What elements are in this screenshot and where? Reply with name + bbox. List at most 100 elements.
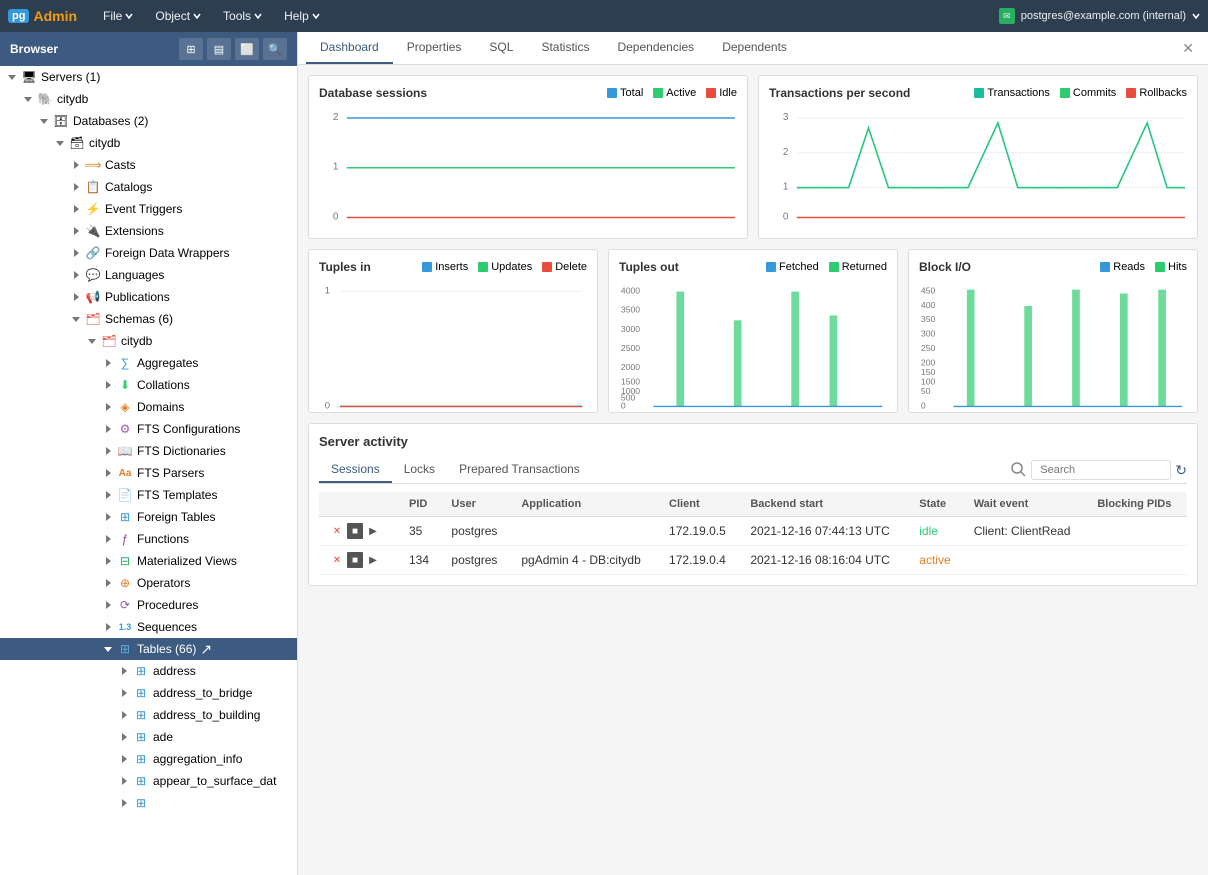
- terminate-button[interactable]: ✕: [329, 523, 345, 539]
- sidebar-item-foreign-tables[interactable]: ⊞ Foreign Tables: [0, 506, 297, 528]
- expand-address-to-building[interactable]: [116, 711, 132, 719]
- sidebar-item-fts-dicts[interactable]: 📖 FTS Dictionaries: [0, 440, 297, 462]
- expand-citydb-server[interactable]: [20, 97, 36, 102]
- tab-statistics[interactable]: Statistics: [527, 32, 603, 64]
- sidebar-item-catalogs[interactable]: 📋 Catalogs: [0, 176, 297, 198]
- col-state: State: [909, 492, 963, 517]
- tab-locks[interactable]: Locks: [392, 457, 447, 483]
- sidebar-tool-grid[interactable]: ⊞: [179, 38, 203, 60]
- expand-fts-configs[interactable]: [100, 425, 116, 433]
- expand-sequences[interactable]: [100, 623, 116, 631]
- expand-address[interactable]: [116, 667, 132, 675]
- expand-aggregates[interactable]: [100, 359, 116, 367]
- expand-address-to-bridge[interactable]: [116, 689, 132, 697]
- expand-functions[interactable]: [100, 535, 116, 543]
- sidebar-item-fts-configs[interactable]: ⚙ FTS Configurations: [0, 418, 297, 440]
- sidebar-item-publications[interactable]: 📢 Publications: [0, 286, 297, 308]
- tab-dependents[interactable]: Dependents: [708, 32, 801, 64]
- expand-foreign-tables[interactable]: [100, 513, 116, 521]
- menu-file[interactable]: File: [93, 5, 143, 27]
- sidebar-item-aggregation-info[interactable]: ⊞ aggregation_info: [0, 748, 297, 770]
- expand-event-triggers[interactable]: [68, 205, 84, 213]
- expand-more[interactable]: [116, 799, 132, 807]
- activity-search-input[interactable]: [1031, 460, 1171, 480]
- user-info[interactable]: ✉ postgres@example.com (internal): [999, 8, 1200, 24]
- sidebar-item-functions[interactable]: ƒ Functions: [0, 528, 297, 550]
- expand-servers[interactable]: [4, 75, 20, 80]
- sidebar-item-address[interactable]: ⊞ address: [0, 660, 297, 682]
- expand-row-button[interactable]: ▶: [365, 523, 381, 539]
- tab-prepared-transactions[interactable]: Prepared Transactions: [447, 457, 592, 483]
- refresh-button[interactable]: ↻: [1175, 462, 1187, 479]
- sidebar-item-more-table[interactable]: ⊞: [0, 792, 297, 814]
- sidebar-tool-sql[interactable]: ⬜: [235, 38, 259, 60]
- expand-casts[interactable]: [68, 161, 84, 169]
- sidebar-item-citydb-schema[interactable]: 🗂 citydb: [0, 330, 297, 352]
- sidebar-item-citydb-db[interactable]: 🗃 citydb: [0, 132, 297, 154]
- sidebar-item-address-to-building[interactable]: ⊞ address_to_building: [0, 704, 297, 726]
- sidebar-item-address-to-bridge[interactable]: ⊞ address_to_bridge: [0, 682, 297, 704]
- expand-databases[interactable]: [36, 119, 52, 124]
- sidebar-item-mat-views[interactable]: ⊟ Materialized Views: [0, 550, 297, 572]
- sidebar-item-citydb-server[interactable]: 🐘 citydb: [0, 88, 297, 110]
- cancel-query-button[interactable]: ■: [347, 523, 363, 539]
- sidebar-item-aggregates[interactable]: ∑ Aggregates: [0, 352, 297, 374]
- sidebar-item-domains[interactable]: ◈ Domains: [0, 396, 297, 418]
- expand-tables[interactable]: [100, 647, 116, 652]
- expand-catalogs[interactable]: [68, 183, 84, 191]
- menu-help[interactable]: Help: [274, 5, 330, 27]
- sidebar-item-procedures[interactable]: ⟳ Procedures: [0, 594, 297, 616]
- expand-languages[interactable]: [68, 271, 84, 279]
- expand-row-button-2[interactable]: ▶: [365, 552, 381, 568]
- expand-appear-to-surface-dat[interactable]: [116, 777, 132, 785]
- expand-publications[interactable]: [68, 293, 84, 301]
- sidebar-item-servers[interactable]: 🖥 Servers (1): [0, 66, 297, 88]
- ade-icon: ⊞: [132, 728, 150, 746]
- tab-dashboard[interactable]: Dashboard: [306, 32, 393, 64]
- sidebar-item-fdw[interactable]: 🔗 Foreign Data Wrappers: [0, 242, 297, 264]
- sidebar-item-event-triggers[interactable]: ⚡ Event Triggers: [0, 198, 297, 220]
- sidebar-item-extensions[interactable]: 🔌 Extensions: [0, 220, 297, 242]
- expand-domains[interactable]: [100, 403, 116, 411]
- expand-fts-templates[interactable]: [100, 491, 116, 499]
- catalogs-icon: 📋: [84, 178, 102, 196]
- tab-properties[interactable]: Properties: [393, 32, 476, 64]
- sidebar-item-schemas[interactable]: 🗂 Schemas (6): [0, 308, 297, 330]
- expand-schemas[interactable]: [68, 317, 84, 322]
- tab-sessions[interactable]: Sessions: [319, 457, 392, 483]
- sidebar-item-sequences[interactable]: 1.3 Sequences: [0, 616, 297, 638]
- sidebar-item-databases[interactable]: 🗄 Databases (2): [0, 110, 297, 132]
- expand-operators[interactable]: [100, 579, 116, 587]
- expand-procedures[interactable]: [100, 601, 116, 609]
- expand-fdw[interactable]: [68, 249, 84, 257]
- sidebar-item-fts-templates[interactable]: 📄 FTS Templates: [0, 484, 297, 506]
- expand-collations[interactable]: [100, 381, 116, 389]
- menu-object[interactable]: Object: [145, 5, 211, 27]
- expand-citydb-db[interactable]: [52, 141, 68, 146]
- sidebar-tool-table[interactable]: ▤: [207, 38, 231, 60]
- expand-ade[interactable]: [116, 733, 132, 741]
- sidebar-item-tables[interactable]: ⊞ Tables (66) ↗: [0, 638, 297, 660]
- sidebar-item-operators[interactable]: ⊕ Operators: [0, 572, 297, 594]
- menu-tools[interactable]: Tools: [213, 5, 272, 27]
- expand-citydb-schema[interactable]: [84, 339, 100, 344]
- sidebar-tool-search[interactable]: 🔍: [263, 38, 287, 60]
- cancel-query-button-2[interactable]: ■: [347, 552, 363, 568]
- sidebar-item-fts-parsers[interactable]: Aa FTS Parsers: [0, 462, 297, 484]
- sidebar-item-casts[interactable]: ⟹ Casts: [0, 154, 297, 176]
- sidebar-item-collations[interactable]: ⬇ Collations: [0, 374, 297, 396]
- tab-dependencies[interactable]: Dependencies: [603, 32, 708, 64]
- expand-mat-views[interactable]: [100, 557, 116, 565]
- citydb-server-label: citydb: [54, 92, 88, 106]
- terminate-button-2[interactable]: ✕: [329, 552, 345, 568]
- expand-fts-parsers[interactable]: [100, 469, 116, 477]
- expand-extensions[interactable]: [68, 227, 84, 235]
- sidebar-item-languages[interactable]: 💬 Languages: [0, 264, 297, 286]
- expand-fts-dicts[interactable]: [100, 447, 116, 455]
- tab-sql[interactable]: SQL: [475, 32, 527, 64]
- expand-aggregation-info[interactable]: [116, 755, 132, 763]
- sidebar-item-appear-to-surface-dat[interactable]: ⊞ appear_to_surface_dat: [0, 770, 297, 792]
- sidebar-item-ade[interactable]: ⊞ ade: [0, 726, 297, 748]
- block-io-chart: 450 400 350 300 250 200 150 100 50 0: [919, 282, 1187, 402]
- close-tab-button[interactable]: ✕: [1176, 34, 1200, 63]
